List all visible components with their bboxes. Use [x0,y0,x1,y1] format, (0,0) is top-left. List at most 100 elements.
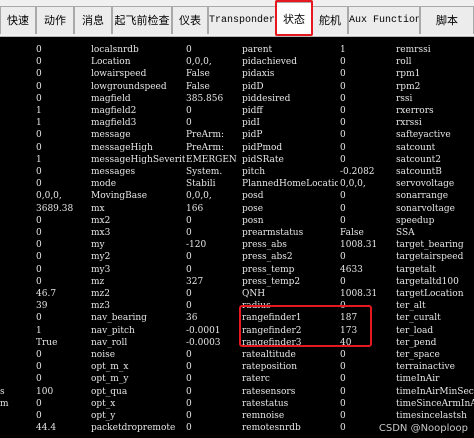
value-col1: 0 [36,179,42,190]
value-col3: 187 [340,313,358,324]
value-col2: -0.0003 [186,337,221,348]
name-col3: safteyactive [396,130,451,141]
name-col2: press_abs2 [242,252,293,263]
value-col3: 0 [340,81,346,92]
value-col3: 0,0,0, [340,179,366,190]
name-col3: target_bearing [396,240,464,251]
value-col3: 0 [340,203,346,214]
tab-actions[interactable]: 动作 [36,6,74,34]
name-col2: pidachieved [242,57,297,68]
left-edge-fragment: s [0,386,5,397]
tab-quick[interactable]: 快速 [0,6,36,34]
name-col2: remotesnrdb [242,423,301,434]
value-col3: 0 [340,301,346,312]
tab-servo[interactable]: 舵机 [312,6,348,34]
name-col3: timeInAirMinSec [396,386,474,397]
value-col2: 0 [186,215,192,226]
value-col2: 36 [186,313,198,324]
tab-transponder[interactable]: Transponder [208,6,276,34]
value-col2: 0 [186,411,192,421]
name-col1: my3 [91,264,111,275]
tab-status[interactable]: 状态 [276,2,312,36]
name-col1: opt_y [91,411,116,421]
table-row: 0 mz 327 press_temp2 0 targetaltd100 [0,276,474,289]
value-col2: 0 [186,106,192,116]
value-col3: 40 [340,337,352,348]
name-col1: lowgroundspeed [91,81,167,92]
table-row: 0 my -120 press_abs 1008.31 target_bearing [0,239,474,252]
tab-aux-function[interactable]: Aux Function [348,6,420,34]
name-col3: rpm1 [396,69,421,80]
value-col3: 173 [340,325,358,336]
name-col3: terrainactive [396,362,455,373]
value-col1: 3689.38 [36,203,74,214]
watermark: CSDN @Nooploop [378,423,468,434]
name-col3: sonarvoltage [396,203,455,214]
value-col1: 0 [36,228,42,238]
name-col3: targetLocation [396,289,464,299]
name-col1: nav_roll [91,337,128,348]
name-col1: magfield [91,93,131,104]
value-col1: 46.7 [36,289,57,299]
name-col3: servovoltage [396,179,455,190]
value-col1: 0 [36,240,42,251]
value-col3: 0 [340,398,346,409]
value-col2: 166 [186,203,204,214]
table-row: 0 opt_m_x 0 rateposition 0 terrainactive [0,361,474,374]
value-col2: -120 [186,240,207,251]
table-row: 0 opt_x 0 ratestatus 0 timeSinceArmInAir [0,398,474,411]
value-col3: 0 [340,362,346,373]
name-col1: opt_qua [91,386,128,397]
name-col2: rangefinder2 [242,325,302,336]
value-col2: 0,0,0, [186,191,212,202]
name-col1: MovingBase [91,191,148,202]
name-col1: my [91,240,105,251]
value-col1: 44.4 [36,423,57,434]
name-col2: radius [242,301,271,312]
value-col2: 0 [186,228,192,238]
tab-messages[interactable]: 消息 [74,6,112,34]
value-col2: 0 [186,398,192,409]
value-col1: True [36,337,58,348]
value-col3: 0 [340,411,346,421]
name-col1: nav_pitch [91,325,135,336]
name-col3: remrssi [396,45,431,55]
name-col2: pidaxis [242,69,275,80]
value-col2: 0 [186,289,192,299]
value-col2: 0 [186,264,192,275]
name-col2: pidSRate [242,154,284,165]
name-col2: ratestatus [242,398,289,409]
table-row: 1 magfield3 0 pidI 0 rxrssi [0,117,474,130]
value-col1: 0 [36,411,42,421]
value-col2: Stabili [186,179,216,190]
value-col3: 0 [340,276,346,287]
name-col2: pidff [242,106,263,116]
value-col2: 0,0,0, [186,57,212,68]
value-col1: 0 [36,93,42,104]
value-col1: 100 [36,386,54,397]
value-col1: 0 [36,142,42,153]
value-col2: -0.0001 [186,325,221,336]
value-col2: 0 [186,386,192,397]
value-col2: EMERGEN [186,154,237,165]
name-col1: opt_x [91,398,116,409]
name-col1: lowairspeed [91,69,147,80]
value-col3: 0 [340,106,346,116]
tab-preflight[interactable]: 起飞前检查 [112,6,172,34]
status-grid: 0 localsnrdb 0 parent 1 remrssi 0 Location 0,0,0… [0,36,474,438]
value-col1: 0 [36,374,42,385]
value-col1: 0,0,0, [36,191,62,202]
left-edge-fragment: m [0,398,9,409]
name-col2: parent [242,45,273,55]
value-col2: False [186,69,210,80]
name-col3: satcount [396,142,436,153]
name-col3: rpm2 [396,81,421,92]
name-col1: mx3 [91,228,111,238]
tab-gauges[interactable]: 仪表 [172,6,208,34]
name-col1: message [91,130,131,141]
tab-scripts[interactable]: 脚本 [420,6,474,34]
value-col3: 0 [340,252,346,263]
name-col2: pidPmod [242,142,283,153]
table-row: True nav_roll -0.0003 rangefinder3 40 ter_pen… [0,337,474,350]
value-col3: 0 [340,118,346,129]
